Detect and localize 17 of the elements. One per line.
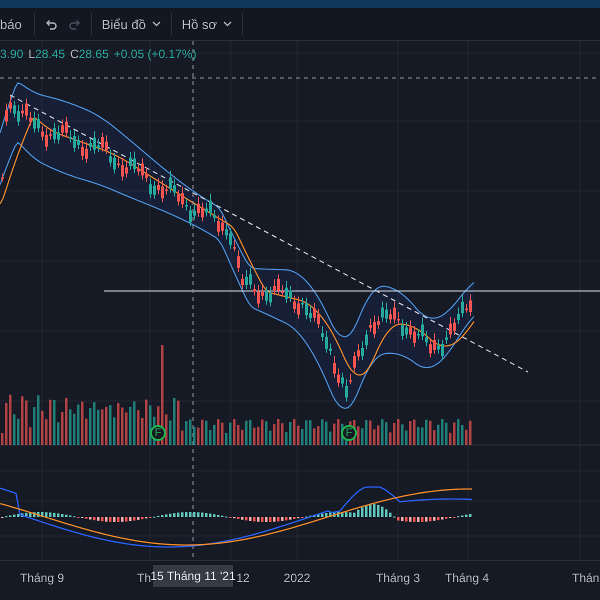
time-axis-label: Thán [572, 571, 600, 585]
legend-value: 28.65 [78, 47, 109, 61]
legend-value: 3.90 [0, 47, 24, 61]
time-axis-label: Tháng 9 [20, 571, 64, 585]
legend-value: 28.45 [35, 47, 66, 61]
time-axis-label: 2022 [284, 571, 310, 585]
time-axis-label: Tháng 3 [376, 571, 420, 585]
menu-button[interactable]: Hồ sơ [176, 8, 238, 40]
legend-key: C [70, 47, 79, 61]
time-axis-label: 12 [236, 571, 250, 585]
legend-key: L [28, 47, 36, 61]
time-axis-label: Tháng 4 [444, 571, 490, 585]
legend-value: +0.05 (+0.17%) [114, 47, 197, 61]
toolbar-label: báo [0, 16, 23, 34]
time-axis-label: Th [137, 571, 152, 585]
crosshair-date-label: 15 Tháng 11 '21 [153, 565, 233, 587]
menu-button[interactable]: Biểu đồ [96, 8, 167, 40]
